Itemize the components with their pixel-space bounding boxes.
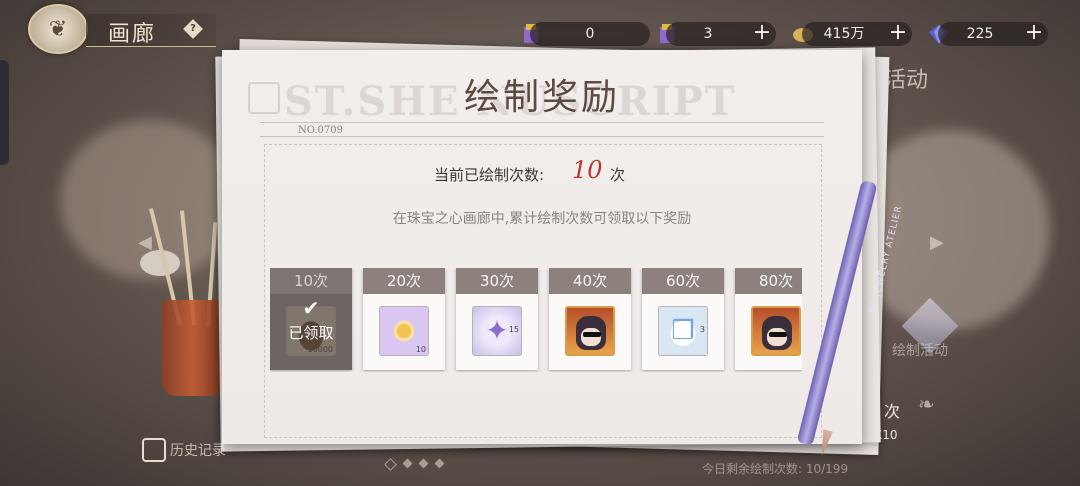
home-button[interactable]: ❦ xyxy=(28,4,88,54)
page-title: 画廊 xyxy=(108,22,157,47)
add-button[interactable]: + xyxy=(1024,22,1044,44)
draw-times-label[interactable]: 次 xyxy=(884,398,900,422)
portrait-icon xyxy=(751,306,801,356)
reward-threshold: 20次 xyxy=(363,268,445,294)
reward-description: 在珠宝之心画廊中,累计绘制次数可领取以下奖励 xyxy=(392,211,692,227)
resource-counter-3: 415万 + xyxy=(802,22,912,46)
reward-card[interactable]: 10次 10000 ✔ 已领取 xyxy=(270,268,352,370)
reward-threshold: 10次 xyxy=(270,268,352,294)
help-icon[interactable]: ? xyxy=(183,19,203,39)
form-number: NO.0709 xyxy=(298,125,343,136)
draw-activity-label[interactable]: 绘制活动 xyxy=(892,340,948,360)
arrow-left-icon[interactable]: ◀ xyxy=(138,232,152,253)
portrait-icon xyxy=(565,306,615,356)
page-indicator xyxy=(384,458,445,471)
home-icon: ❦ xyxy=(48,16,68,42)
page-dot[interactable] xyxy=(434,458,445,469)
side-edge-tab[interactable] xyxy=(0,60,9,165)
reward-card[interactable]: 80次 xyxy=(735,268,802,370)
add-button[interactable]: + xyxy=(888,22,908,44)
reward-threshold: 60次 xyxy=(642,268,724,294)
remaining-draws: 今日剩余绘制次数: 10/199 xyxy=(702,462,849,476)
reward-threshold: 40次 xyxy=(549,268,631,294)
dialog-title: 绘制奖励 xyxy=(463,77,620,118)
reward-card[interactable]: 20次 10 xyxy=(363,268,445,370)
arrow-right-icon[interactable]: ▶ xyxy=(930,232,944,253)
activity-label[interactable]: 活动 xyxy=(884,62,928,94)
reward-dialog: ST.SHE NUSCRIPT 绘制奖励 NO.0709 当前已绘制次数: 10… xyxy=(222,50,862,444)
check-icon: ✔ xyxy=(302,296,320,320)
resource-counter-2: 3 + xyxy=(666,22,776,46)
sun-charm-icon: 10 xyxy=(379,306,429,356)
resource-counter-1: 0 xyxy=(530,22,650,46)
reward-card[interactable]: 30次 ✦ 15 xyxy=(456,268,538,370)
claimed-label: 已领取 xyxy=(288,324,334,342)
history-label[interactable]: 历史记录 xyxy=(170,440,226,460)
resource-counter-4: 225 + xyxy=(938,22,1048,46)
reward-card[interactable]: 60次 ❒ 3 xyxy=(642,268,724,370)
page-dot[interactable] xyxy=(418,458,429,469)
draw-count-value: 10 xyxy=(572,156,603,184)
flourish-icon: ❧ xyxy=(918,392,935,416)
reward-threshold: 80次 xyxy=(735,268,802,294)
reward-threshold: 30次 xyxy=(456,268,538,294)
reward-list: 10次 10000 ✔ 已领取 20次 10 30次 ✦15 40次 60次 ❒… xyxy=(270,268,802,372)
gift-box-icon: ❒ 3 xyxy=(658,306,708,356)
draw-count-label: 当前已绘制次数: xyxy=(434,166,545,184)
star-charm-icon: ✦ 15 xyxy=(472,306,522,356)
brush-pot-prop xyxy=(162,300,224,396)
add-button[interactable]: + xyxy=(752,22,772,44)
page-dot[interactable] xyxy=(384,458,397,471)
draw-count-unit: 次 xyxy=(610,166,626,184)
divider xyxy=(260,136,824,137)
reward-card[interactable]: 40次 xyxy=(549,268,631,370)
divider xyxy=(260,122,824,123)
page-dot[interactable] xyxy=(402,458,413,469)
history-icon[interactable] xyxy=(142,438,166,462)
